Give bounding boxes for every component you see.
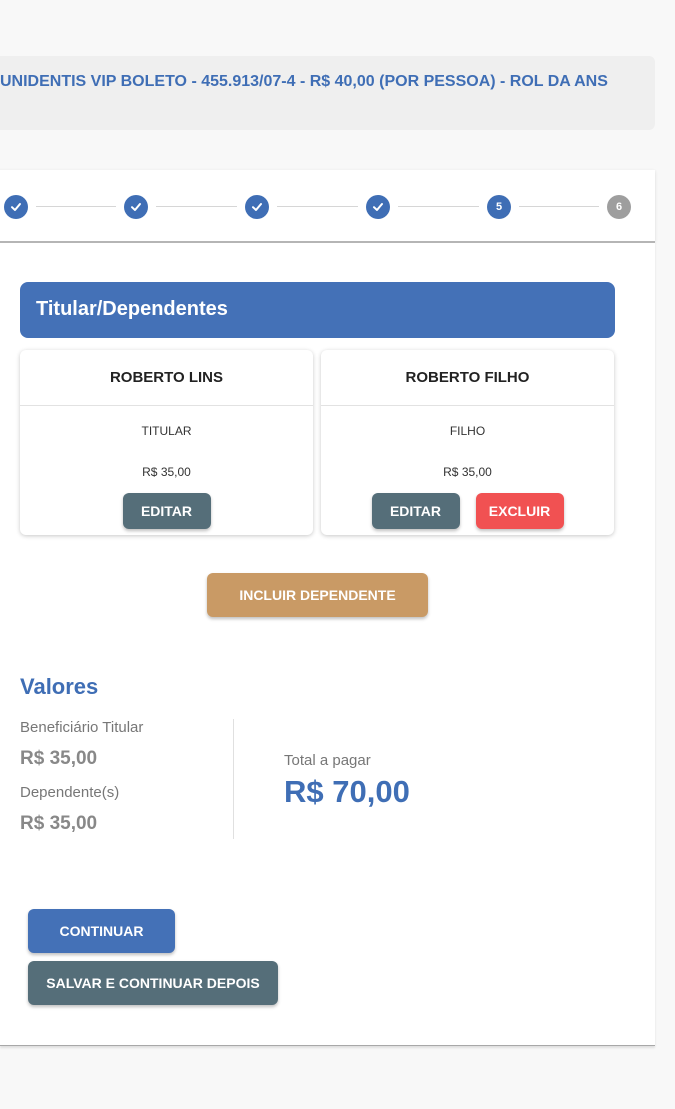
- member-role: FILHO: [449, 424, 486, 438]
- values-title: Valores: [20, 674, 99, 699]
- save-and-continue-later-button[interactable]: SALVAR E CONTINUAR DEPOIS: [28, 961, 278, 1005]
- total-amount: R$ 70,00: [284, 774, 410, 809]
- plan-title: UNIDENTIS VIP BOLETO - 455.913/07-4 - R$…: [0, 73, 608, 90]
- step-2-check-icon: [124, 195, 148, 219]
- members-section-title: Titular/Dependentes: [36, 298, 228, 320]
- progress-stepper: 5 6: [0, 170, 655, 243]
- member-name: ROBERTO FILHO: [321, 350, 614, 406]
- step-4-check-icon: [366, 195, 390, 219]
- values-divider: [233, 719, 234, 839]
- dependents-value-label: Dependente(s): [20, 784, 120, 801]
- member-name: ROBERTO LINS: [20, 350, 313, 406]
- member-price: R$ 35,00: [142, 465, 191, 479]
- edit-dependent-button[interactable]: EDITAR: [371, 493, 460, 529]
- delete-dependent-button[interactable]: EXCLUIR: [475, 493, 564, 529]
- step-connector: [156, 206, 237, 207]
- main-content-card: Titular/Dependentes ROBERTO LINS TITULAR…: [0, 243, 655, 1046]
- continue-button[interactable]: CONTINUAR: [28, 909, 175, 953]
- member-card-holder: ROBERTO LINS TITULAR R$ 35,00 EDITAR: [20, 350, 313, 535]
- member-card-dependent: ROBERTO FILHO FILHO R$ 35,00 EDITAR EXCL…: [321, 350, 614, 535]
- step-connector: [277, 206, 358, 207]
- step-5: 5: [487, 195, 511, 219]
- plan-title-banner: UNIDENTIS VIP BOLETO - 455.913/07-4 - R$…: [0, 56, 655, 130]
- step-6: 6: [607, 195, 631, 219]
- member-actions: EDITAR: [20, 493, 313, 529]
- holder-value-label: Beneficiário Titular: [20, 719, 144, 736]
- step-connector: [36, 206, 116, 207]
- member-role: TITULAR: [141, 424, 192, 438]
- step-connector: [398, 206, 479, 207]
- dependents-value-amount: R$ 35,00: [20, 813, 98, 834]
- member-actions: EDITAR EXCLUIR: [321, 493, 614, 529]
- member-price: R$ 35,00: [443, 465, 492, 479]
- step-1-check-icon: [4, 195, 28, 219]
- step-connector: [519, 206, 599, 207]
- edit-holder-button[interactable]: EDITAR: [122, 493, 211, 529]
- add-dependent-button[interactable]: INCLUIR DEPENDENTE: [207, 573, 428, 617]
- members-section-header: Titular/Dependentes: [20, 282, 615, 338]
- step-3-check-icon: [245, 195, 269, 219]
- holder-value-amount: R$ 35,00: [20, 748, 98, 769]
- total-label: Total a pagar: [284, 752, 371, 769]
